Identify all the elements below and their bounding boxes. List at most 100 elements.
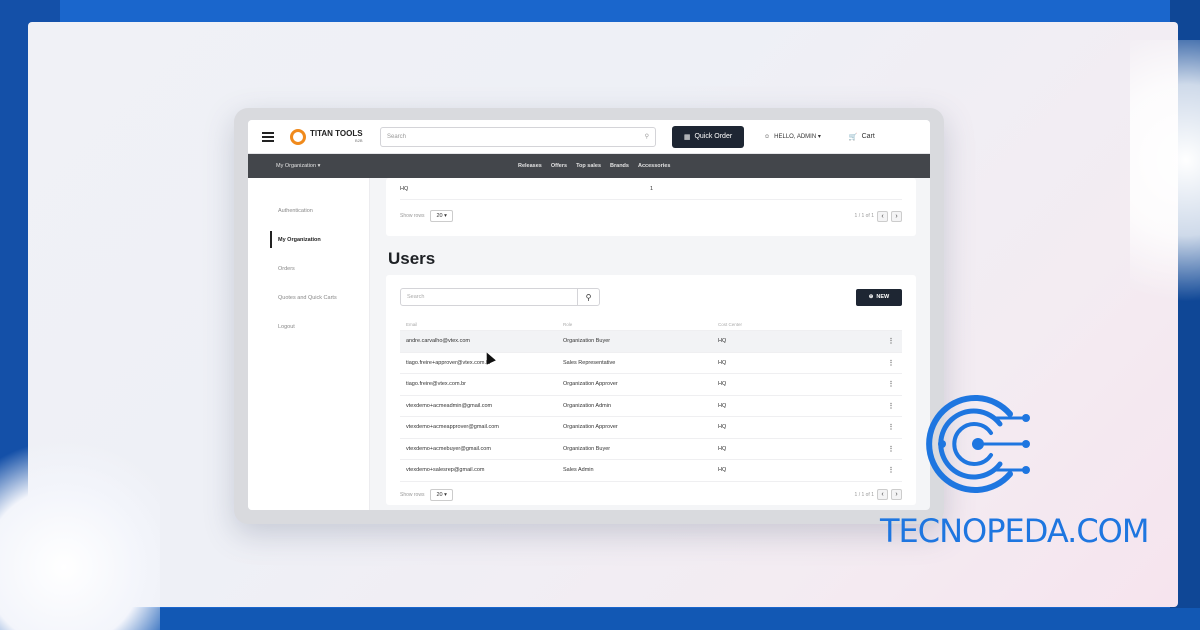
search-icon[interactable]: ⚲ (645, 133, 649, 140)
user-email: vtexdemo+acmeapprover@gmail.com (406, 424, 499, 431)
page-nav: 1 / 1 of 1 ‹ › (854, 210, 902, 222)
users-table-header: Email Role Cost Center (400, 313, 902, 331)
user-role: Organization Approver (563, 424, 618, 431)
app-screen: TITAN TOOLS B2B Search ⚲ ▦ Quick Order ☺… (248, 120, 930, 510)
quick-order-icon: ▦ (683, 133, 691, 141)
table-row[interactable]: tiago.freire+approver@vtex.com.br Sales … (400, 353, 902, 374)
logo-icon (290, 128, 306, 145)
logo-text: TITAN TOOLS (310, 129, 363, 138)
user-email: vtexdemo+acmeadmin@gmail.com (406, 402, 493, 409)
user-role: Organization Buyer (563, 338, 611, 345)
nav-link-brands[interactable]: Brands (610, 163, 629, 169)
nav-links: Releases Offers Top sales Brands Accesso… (518, 163, 670, 169)
user-cost-center: HQ (718, 467, 727, 474)
rows-select[interactable]: 20 ▾ (430, 488, 453, 501)
plus-circle-icon: ⊕ (868, 294, 874, 300)
show-rows-label: Show rows (400, 491, 425, 498)
nav-link-offers[interactable]: Offers (551, 163, 567, 169)
cost-center-name: HQ (400, 185, 409, 192)
column-header-role[interactable]: Role (563, 322, 718, 327)
user-email: andre.carvalho@vtex.com (406, 338, 470, 345)
user-role: Organization Approver (563, 381, 618, 388)
logo-subtext: B2B (355, 138, 363, 143)
category-nav: My Organization ▾ Releases Offers Top sa… (248, 154, 930, 178)
user-cost-center: HQ (718, 445, 727, 452)
users-toolbar: Search ⚲ ⊕ NEW (400, 287, 902, 307)
nav-link-top-sales[interactable]: Top sales (576, 163, 601, 169)
brand-text: TECNOPEDA.COM (880, 512, 1149, 550)
rows-per-page: Show rows 20 ▾ (400, 210, 453, 222)
column-header-email[interactable]: Email (406, 322, 563, 327)
next-page-icon[interactable]: › (891, 210, 902, 222)
sidebar-item-orders[interactable]: Orders (248, 254, 369, 283)
more-options-icon[interactable]: ⋮ (886, 337, 896, 345)
page-label: 1 / 1 of 1 (854, 491, 874, 498)
account-label: HELLO, ADMIN ▾ (774, 134, 821, 140)
table-row[interactable]: vtexdemo+acmeadmin@gmail.com Organizatio… (400, 396, 902, 417)
rows-per-page: Show rows 20 ▾ (400, 488, 453, 501)
user-email: vtexdemo+acmebuyer@gmail.com (406, 445, 491, 452)
quick-order-button[interactable]: ▦ Quick Order (672, 125, 744, 148)
rows-select[interactable]: 20 ▾ (430, 210, 453, 222)
cost-center-count: 1 (650, 185, 654, 192)
menu-icon[interactable] (262, 131, 274, 142)
user-email: tiago.freire@vtex.com.br (406, 381, 466, 388)
user-role: Organization Buyer (563, 445, 611, 452)
main-panel: HQ 1 Show rows 20 ▾ 1 / 1 of 1 ‹ › Users… (370, 178, 930, 510)
top-header: TITAN TOOLS B2B Search ⚲ ▦ Quick Order ☺… (248, 120, 930, 154)
nav-link-releases[interactable]: Releases (518, 163, 542, 169)
more-options-icon[interactable]: ⋮ (886, 359, 896, 367)
search-icon[interactable]: ⚲ (577, 289, 599, 305)
cart-icon: 🛒 (848, 133, 858, 141)
header-search-placeholder: Search (387, 133, 407, 140)
content-area: Authentication My Organization Orders Qu… (248, 178, 930, 510)
sidebar-item-logout[interactable]: Logout (248, 312, 369, 341)
account-menu[interactable]: ☺ HELLO, ADMIN ▾ (764, 133, 821, 141)
pagination: Show rows 20 ▾ 1 / 1 of 1 ‹ › (400, 200, 902, 232)
table-row[interactable]: vtexdemo+salesrep@gmail.com Sales Admin … (400, 460, 902, 482)
table-row[interactable]: tiago.freire@vtex.com.br Organization Ap… (400, 374, 902, 396)
cost-centers-card: HQ 1 Show rows 20 ▾ 1 / 1 of 1 ‹ › (386, 178, 916, 236)
user-cost-center: HQ (718, 402, 727, 409)
tecnopeda-logo-icon (926, 395, 1030, 493)
user-cost-center: HQ (718, 338, 727, 345)
paint-splash-right (1130, 40, 1200, 340)
prev-page-icon[interactable]: ‹ (877, 210, 888, 222)
sidebar-item-quotes[interactable]: Quotes and Quick Carts (248, 283, 369, 312)
sidebar-item-authentication[interactable]: Authentication (248, 196, 369, 225)
user-role: Organization Admin (563, 402, 611, 409)
table-row[interactable]: andre.carvalho@vtex.com Organization Buy… (400, 331, 902, 353)
app-window: TITAN TOOLS B2B Search ⚲ ▦ Quick Order ☺… (234, 108, 944, 524)
paint-splash (0, 420, 160, 630)
quick-order-label: Quick Order (694, 133, 733, 140)
organization-dropdown[interactable]: My Organization ▾ (276, 163, 518, 169)
sidebar-item-my-organization[interactable]: My Organization (248, 225, 369, 254)
brand-watermark: TECNOPEDA.COM (880, 388, 1149, 558)
new-user-label: NEW (876, 294, 890, 300)
account-sidebar: Authentication My Organization Orders Qu… (248, 178, 370, 510)
users-search-placeholder: Search (407, 294, 425, 300)
brush-stroke-bottom (0, 608, 1200, 630)
pagination: Show rows 20 ▾ 1 / 1 of 1 ‹ › (400, 482, 902, 508)
users-search-input[interactable]: Search ⚲ (400, 288, 600, 306)
user-role: Sales Admin (563, 467, 594, 474)
new-user-button[interactable]: ⊕ NEW (856, 288, 902, 306)
show-rows-label: Show rows (400, 213, 425, 219)
cart-button[interactable]: 🛒 Cart (849, 133, 875, 141)
table-row[interactable]: HQ 1 (400, 178, 902, 200)
user-email: vtexdemo+salesrep@gmail.com (406, 467, 485, 474)
table-row[interactable]: vtexdemo+acmebuyer@gmail.com Organizatio… (400, 439, 902, 460)
user-cost-center: HQ (718, 424, 727, 431)
user-cost-center: HQ (718, 381, 727, 388)
page-label: 1 / 1 of 1 (854, 213, 874, 219)
header-search-input[interactable]: Search ⚲ (380, 126, 656, 147)
cart-label: Cart (861, 133, 875, 140)
users-card: Search ⚲ ⊕ NEW Email Role Cost Center an… (386, 275, 916, 505)
nav-link-accessories[interactable]: Accessories (638, 163, 670, 169)
users-heading: Users (388, 249, 436, 268)
user-role: Sales Representative (563, 359, 616, 366)
column-header-cost-center[interactable]: Cost Center (718, 322, 886, 327)
store-logo[interactable]: TITAN TOOLS B2B (290, 128, 370, 145)
user-icon: ☺ (764, 133, 771, 140)
table-row[interactable]: vtexdemo+acmeapprover@gmail.com Organiza… (400, 417, 902, 439)
